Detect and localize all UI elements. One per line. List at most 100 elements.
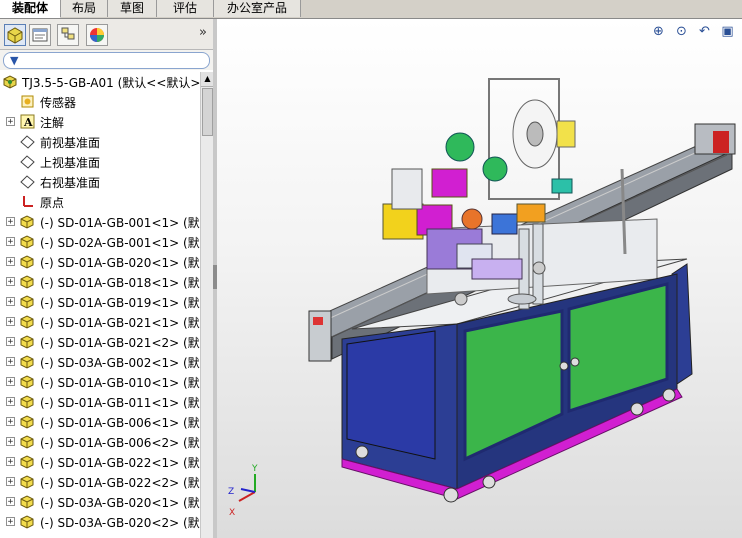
command-manager-tabs: 装配体 布局 草图 评估 办公室产品 [0, 0, 742, 19]
expand-icon[interactable]: + [6, 217, 15, 227]
tree-item[interactable]: + (-) SD-03A-GB-020<1> (默认 [0, 492, 200, 512]
expand-icon[interactable]: + [6, 497, 15, 507]
annotation-icon: A [19, 113, 36, 130]
filter-icon[interactable]: ▼ [10, 54, 18, 67]
tree-item[interactable]: + (-) SD-01A-GB-011<1> (默认 [0, 392, 200, 412]
tree-item[interactable]: 右视基准面 [0, 172, 200, 192]
expand-icon[interactable]: + [6, 357, 15, 367]
feature-tree: TJ3.5-5-GB-A01 (默认<<默认> 传感器 + A 注解前视基准面上视基准… [0, 72, 200, 538]
tree-item[interactable]: + (-) SD-01A-GB-022<2> (默认 [0, 472, 200, 492]
configuration-manager-icon[interactable] [57, 24, 79, 46]
more-chevron-icon[interactable]: » [199, 25, 207, 40]
tree-root-label: TJ3.5-5-GB-A01 (默认<<默认> [22, 76, 200, 90]
part-icon [19, 513, 36, 530]
part-icon [19, 253, 36, 270]
part-icon [19, 393, 36, 410]
tree-item-label: (-) SD-01A-GB-011<1> (默认 [40, 396, 200, 410]
part-icon [19, 413, 36, 430]
tree-item[interactable]: + A 注解 [0, 112, 200, 132]
tab-sketch[interactable]: 草图 [108, 0, 157, 17]
tree-item[interactable]: + (-) SD-02A-GB-001<1> (默认 [0, 232, 200, 252]
tree-item-label: 原点 [40, 196, 65, 210]
panel-toolbar: » [0, 19, 213, 50]
expand-icon[interactable]: + [6, 237, 15, 247]
tree-item[interactable]: + (-) SD-01A-GB-021<2> (默认 [0, 332, 200, 352]
feature-manager-icon[interactable] [4, 24, 26, 46]
part-icon [19, 213, 36, 230]
tree-item-label: (-) SD-01A-GB-001<1> (默认 [40, 216, 200, 230]
tab-evaluate[interactable]: 评估 [157, 0, 214, 17]
expand-icon[interactable]: + [6, 317, 15, 327]
feature-manager-panel: » ▼ TJ3.5-5-GB-A01 (默认<<默认> 传感器 + A 注解前视基准面… [0, 19, 214, 538]
tree-item-label: (-) SD-01A-GB-021<2> (默认 [40, 336, 200, 350]
property-manager-icon[interactable] [29, 24, 51, 46]
tree-item-label: 右视基准面 [40, 176, 101, 190]
tab-office-products[interactable]: 办公室产品 [214, 0, 301, 17]
tree-item-label: 注解 [40, 116, 65, 130]
tree-item[interactable]: 原点 [0, 192, 200, 212]
scroll-thumb[interactable] [202, 88, 213, 136]
tree-item-label: (-) SD-01A-GB-022<1> (默认 [40, 456, 200, 470]
expand-icon[interactable]: + [6, 277, 15, 287]
graphics-area[interactable]: ⊕ ⊙ ↶ ▣ Y Z X [217, 19, 742, 538]
part-icon [19, 433, 36, 450]
tree-item[interactable]: 前视基准面 [0, 132, 200, 152]
expand-icon[interactable]: + [6, 377, 15, 387]
expand-icon[interactable]: + [6, 297, 15, 307]
tree-item-label: (-) SD-03A-GB-020<1> (默认 [40, 496, 200, 510]
tree-item-label: (-) SD-01A-GB-010<1> (默认 [40, 376, 200, 390]
tree-item-label: 上视基准面 [40, 156, 101, 170]
tree-item[interactable]: + (-) SD-01A-GB-001<1> (默认 [0, 212, 200, 232]
tree-item[interactable]: + (-) SD-01A-GB-006<2> (默认 [0, 432, 200, 452]
tree-item[interactable]: + (-) SD-01A-GB-022<1> (默认 [0, 452, 200, 472]
expand-icon[interactable]: + [6, 517, 15, 527]
tree-item-label: (-) SD-02A-GB-001<1> (默认 [40, 236, 200, 250]
tree-item-label: (-) SD-01A-GB-020<1> (默认 [40, 256, 200, 270]
display-manager-icon[interactable] [86, 24, 108, 46]
assembly-icon [2, 73, 19, 90]
tab-assembly[interactable]: 装配体 [0, 0, 61, 18]
tab-layout[interactable]: 布局 [61, 0, 108, 17]
tree-item[interactable]: + (-) SD-01A-GB-010<1> (默认 [0, 372, 200, 392]
part-icon [19, 353, 36, 370]
expand-icon[interactable]: + [6, 457, 15, 467]
part-icon [19, 233, 36, 250]
part-icon [19, 293, 36, 310]
part-icon [19, 313, 36, 330]
part-icon [19, 473, 36, 490]
tree-item[interactable]: 传感器 [0, 92, 200, 112]
part-icon [19, 373, 36, 390]
triad-z-label: Z [228, 487, 234, 497]
plane-icon [19, 133, 36, 150]
tree-item-label: 前视基准面 [40, 136, 101, 150]
expand-icon[interactable]: + [6, 437, 15, 447]
expand-icon[interactable]: + [6, 417, 15, 427]
tree-item-label: (-) SD-01A-GB-006<1> (默认 [40, 416, 200, 430]
svg-text:A: A [23, 116, 33, 129]
expand-icon[interactable]: + [6, 117, 15, 127]
expand-icon[interactable]: + [6, 257, 15, 267]
tree-item[interactable]: + (-) SD-01A-GB-019<1> (默认 [0, 292, 200, 312]
expand-icon[interactable]: + [6, 337, 15, 347]
tree-item[interactable]: 上视基准面 [0, 152, 200, 172]
tree-root[interactable]: TJ3.5-5-GB-A01 (默认<<默认> [0, 72, 200, 92]
tree-item-label: (-) SD-01A-GB-019<1> (默认 [40, 296, 200, 310]
coordinate-triad [238, 474, 256, 502]
tree-scrollbar[interactable]: ▲ [200, 72, 214, 538]
tree-item-label: (-) SD-03A-GB-020<2> (默认 [40, 516, 200, 530]
tree-item[interactable]: + (-) SD-03A-GB-020<2> (默认 [0, 512, 200, 532]
tree-item[interactable]: + (-) SD-01A-GB-020<1> (默认 [0, 252, 200, 272]
tree-item[interactable]: + (-) SD-01A-GB-006<1> (默认 [0, 412, 200, 432]
machine-model: Y Z X [228, 78, 736, 518]
tree-item[interactable]: + (-) SD-01A-GB-021<1> (默认 [0, 312, 200, 332]
expand-icon[interactable]: + [6, 477, 15, 487]
expand-icon[interactable]: + [6, 397, 15, 407]
part-icon [19, 453, 36, 470]
part-icon [19, 273, 36, 290]
tree-item-label: (-) SD-01A-GB-006<2> (默认 [40, 436, 200, 450]
tree-item-label: (-) SD-01A-GB-022<2> (默认 [40, 476, 200, 490]
tree-item[interactable]: + (-) SD-01A-GB-018<1> (默认 [0, 272, 200, 292]
tree-item[interactable]: + (-) SD-03A-GB-002<1> (默认 [0, 352, 200, 372]
tree-filter-input[interactable]: ▼ [3, 52, 210, 69]
plane-icon [19, 173, 36, 190]
